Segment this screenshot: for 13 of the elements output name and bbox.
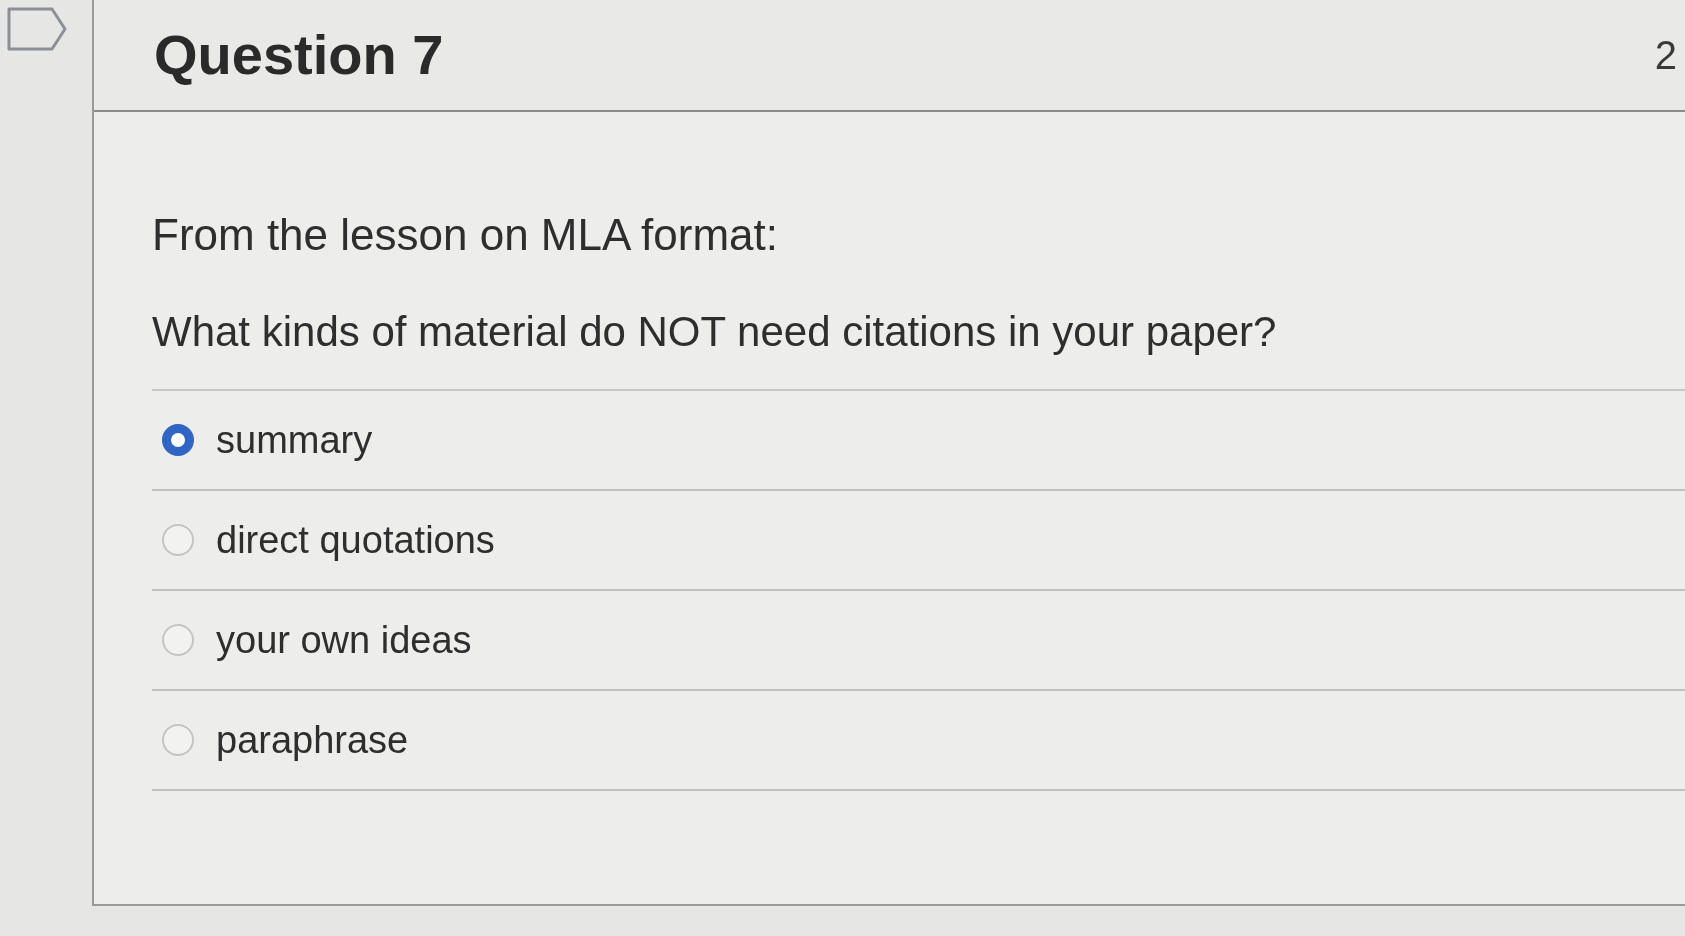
points-label: 2	[1654, 35, 1677, 75]
answer-option[interactable]: paraphrase	[216, 720, 409, 759]
question-text: From the lesson on MLA format:	[152, 209, 780, 261]
question-text: What kinds of material do NOT need citations in your paper?	[152, 307, 1278, 357]
radio-button[interactable]	[162, 423, 194, 456]
tag-icon[interactable]	[6, 6, 68, 52]
answer-option[interactable]: summary	[216, 420, 373, 459]
radio-button[interactable]	[162, 623, 194, 656]
question-title: Question 7	[154, 27, 444, 83]
radio-button[interactable]	[162, 723, 194, 756]
answer-option[interactable]: your own ideas	[216, 620, 472, 659]
answer-option[interactable]: direct quotations	[216, 520, 495, 559]
radio-button[interactable]	[162, 523, 194, 556]
